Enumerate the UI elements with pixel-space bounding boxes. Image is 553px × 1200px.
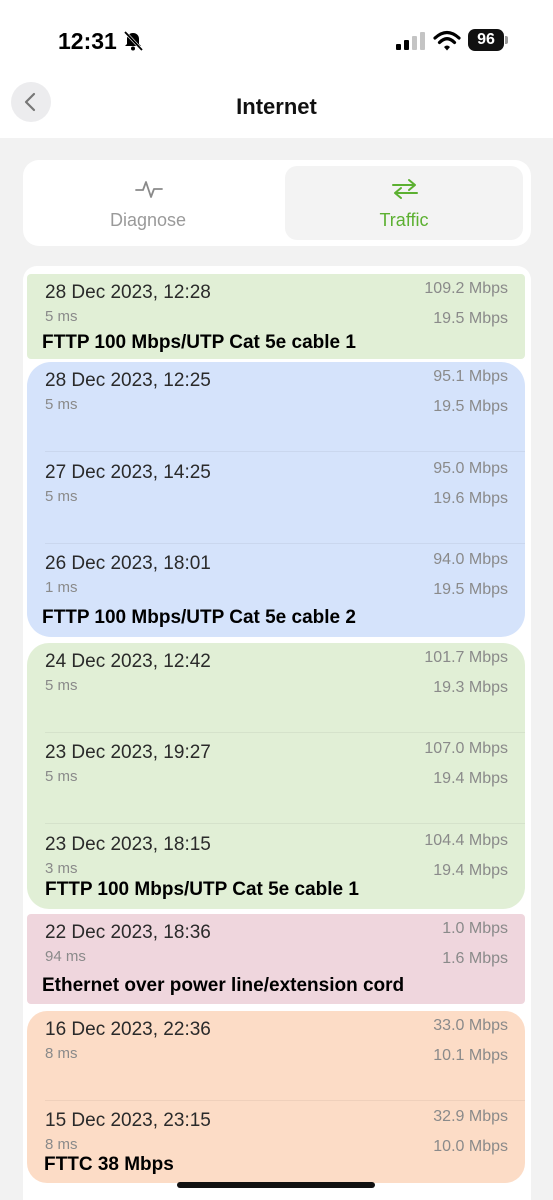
result-date: 24 Dec 2023, 12:42 bbox=[45, 651, 211, 672]
result-upload: 19.5 Mbps bbox=[433, 310, 508, 327]
result-date: 15 Dec 2023, 23:15 bbox=[45, 1110, 211, 1131]
result-row[interactable]: 15 Dec 2023, 23:15 8 ms 32.9 Mbps 10.0 M… bbox=[27, 1102, 525, 1192]
result-ping: 1 ms bbox=[45, 579, 78, 596]
result-download: 95.0 Mbps bbox=[433, 460, 508, 477]
result-ping: 5 ms bbox=[45, 677, 78, 694]
row-divider bbox=[45, 732, 525, 733]
result-download: 1.0 Mbps bbox=[442, 920, 508, 937]
navigation-bar: Internet bbox=[0, 80, 553, 138]
result-ping: 5 ms bbox=[45, 768, 78, 785]
result-ping: 94 ms bbox=[45, 948, 86, 965]
result-date: 16 Dec 2023, 22:36 bbox=[45, 1019, 211, 1040]
result-row[interactable]: 27 Dec 2023, 14:25 5 ms 95.0 Mbps 19.6 M… bbox=[27, 454, 525, 544]
result-upload: 1.6 Mbps bbox=[442, 950, 508, 967]
result-ping: 8 ms bbox=[45, 1045, 78, 1062]
result-ping: 5 ms bbox=[45, 396, 78, 413]
group-annotation: FTTC 38 Mbps bbox=[44, 1154, 174, 1175]
result-date: 28 Dec 2023, 12:25 bbox=[45, 370, 211, 391]
result-group: 22 Dec 2023, 18:36 94 ms 1.0 Mbps 1.6 Mb… bbox=[27, 914, 525, 1004]
group-annotation: FTTP 100 Mbps/UTP Cat 5e cable 1 bbox=[45, 879, 359, 900]
result-upload: 19.6 Mbps bbox=[433, 490, 508, 507]
result-row[interactable]: 23 Dec 2023, 19:27 5 ms 107.0 Mbps 19.4 … bbox=[27, 734, 525, 824]
result-upload: 19.3 Mbps bbox=[433, 679, 508, 696]
result-date: 23 Dec 2023, 18:15 bbox=[45, 834, 211, 855]
battery-tip bbox=[505, 36, 508, 44]
segmented-tabs: Diagnose Traffic bbox=[23, 160, 531, 246]
group-annotation: Ethernet over power line/extension cord bbox=[42, 975, 405, 996]
status-bar: 12:31 96 bbox=[0, 0, 553, 80]
battery-level: 96 bbox=[468, 29, 504, 51]
row-divider bbox=[45, 1100, 525, 1101]
battery-indicator: 96 bbox=[468, 29, 508, 51]
row-divider bbox=[45, 543, 525, 544]
status-time: 12:31 bbox=[58, 28, 117, 54]
result-date: 28 Dec 2023, 12:28 bbox=[45, 282, 211, 303]
group-annotation: FTTP 100 Mbps/UTP Cat 5e cable 1 bbox=[42, 332, 356, 353]
row-divider bbox=[45, 823, 525, 824]
result-row[interactable]: 28 Dec 2023, 12:25 5 ms 95.1 Mbps 19.5 M… bbox=[27, 362, 525, 452]
result-upload: 10.1 Mbps bbox=[433, 1047, 508, 1064]
row-divider bbox=[45, 451, 525, 452]
result-download: 33.0 Mbps bbox=[433, 1017, 508, 1034]
result-download: 104.4 Mbps bbox=[424, 832, 508, 849]
result-download: 101.7 Mbps bbox=[424, 649, 508, 666]
result-group: 28 Dec 2023, 12:25 5 ms 95.1 Mbps 19.5 M… bbox=[27, 362, 525, 637]
cellular-signal-icon bbox=[396, 32, 425, 50]
result-download: 95.1 Mbps bbox=[433, 368, 508, 385]
bell-muted-icon bbox=[123, 30, 144, 52]
result-download: 109.2 Mbps bbox=[424, 280, 508, 297]
result-date: 23 Dec 2023, 19:27 bbox=[45, 742, 211, 763]
result-group: 16 Dec 2023, 22:36 8 ms 33.0 Mbps 10.1 M… bbox=[27, 1011, 525, 1183]
result-row[interactable]: 16 Dec 2023, 22:36 8 ms 33.0 Mbps 10.1 M… bbox=[27, 1011, 525, 1101]
result-upload: 19.4 Mbps bbox=[433, 862, 508, 879]
result-ping: 5 ms bbox=[45, 308, 78, 325]
tab-traffic-label: Traffic bbox=[379, 210, 429, 230]
group-annotation: FTTP 100 Mbps/UTP Cat 5e cable 2 bbox=[42, 607, 356, 628]
result-download: 32.9 Mbps bbox=[433, 1108, 508, 1125]
result-row[interactable]: 23 Dec 2023, 18:15 3 ms 104.4 Mbps 19.4 … bbox=[27, 826, 525, 916]
result-date: 27 Dec 2023, 14:25 bbox=[45, 462, 211, 483]
result-date: 22 Dec 2023, 18:36 bbox=[45, 922, 211, 943]
result-group: 24 Dec 2023, 12:42 5 ms 101.7 Mbps 19.3 … bbox=[27, 643, 525, 909]
result-upload: 19.4 Mbps bbox=[433, 770, 508, 787]
result-row[interactable]: 24 Dec 2023, 12:42 5 ms 101.7 Mbps 19.3 … bbox=[27, 643, 525, 733]
result-download: 94.0 Mbps bbox=[433, 551, 508, 568]
result-ping: 3 ms bbox=[45, 860, 78, 877]
page-title: Internet bbox=[236, 94, 317, 119]
home-indicator[interactable] bbox=[177, 1182, 375, 1188]
transfer-arrows-icon bbox=[392, 179, 418, 199]
tab-diagnose[interactable]: Diagnose bbox=[29, 166, 267, 240]
result-group: 28 Dec 2023, 12:28 5 ms 109.2 Mbps 19.5 … bbox=[27, 274, 525, 359]
result-date: 26 Dec 2023, 18:01 bbox=[45, 553, 211, 574]
result-upload: 10.0 Mbps bbox=[433, 1138, 508, 1155]
result-upload: 19.5 Mbps bbox=[433, 398, 508, 415]
wifi-icon bbox=[433, 30, 461, 51]
pulse-icon bbox=[135, 181, 163, 198]
result-download: 107.0 Mbps bbox=[424, 740, 508, 757]
result-ping: 8 ms bbox=[45, 1136, 78, 1153]
result-ping: 5 ms bbox=[45, 488, 78, 505]
tab-diagnose-label: Diagnose bbox=[109, 210, 187, 230]
tab-traffic[interactable]: Traffic bbox=[285, 166, 523, 240]
result-upload: 19.5 Mbps bbox=[433, 581, 508, 598]
